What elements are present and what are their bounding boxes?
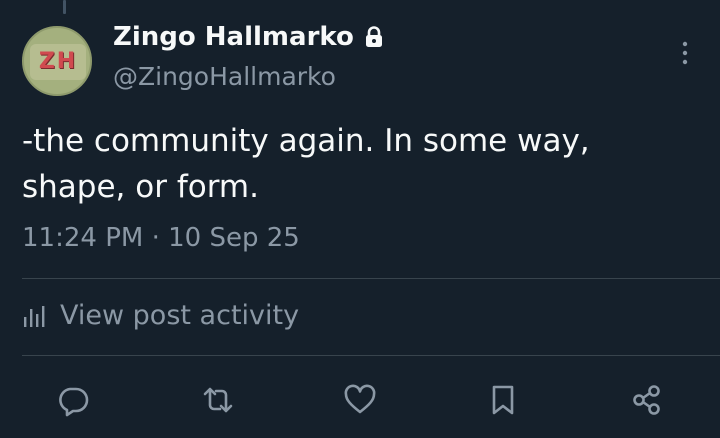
lock-icon [365, 26, 382, 47]
divider [22, 355, 720, 356]
share-icon [633, 385, 660, 415]
analytics-icon [24, 305, 45, 327]
share-button[interactable] [625, 378, 669, 422]
author-handle[interactable]: @ZingoHallmarko [113, 62, 336, 91]
post-text-line: -the community again. In some way, [22, 123, 590, 159]
repost-button[interactable] [196, 378, 240, 422]
avatar-initials: ZH [30, 44, 86, 80]
post-text-line: shape, or form. [22, 169, 259, 205]
bookmark-button[interactable] [481, 378, 525, 422]
post-timestamp[interactable]: 11:24 PM · 10 Sep 25 [22, 223, 300, 253]
like-icon [344, 384, 376, 414]
reply-icon [59, 387, 89, 417]
divider [22, 278, 720, 279]
reply-button[interactable] [51, 378, 95, 422]
avatar[interactable]: ZH [22, 26, 92, 96]
action-bar [0, 378, 720, 426]
view-post-activity-label: View post activity [60, 300, 300, 331]
thread-connector-line [63, 0, 66, 14]
bookmark-icon [492, 385, 514, 415]
view-post-activity-link[interactable]: View post activity [22, 300, 299, 331]
post-text: -the community again. In some way, shape… [22, 118, 702, 210]
like-button[interactable] [338, 378, 382, 422]
author-name-row[interactable]: Zingo Hallmarko [113, 22, 384, 52]
more-options-icon[interactable] [676, 40, 694, 66]
repost-icon [203, 387, 233, 413]
display-name[interactable]: Zingo Hallmarko [113, 22, 354, 52]
